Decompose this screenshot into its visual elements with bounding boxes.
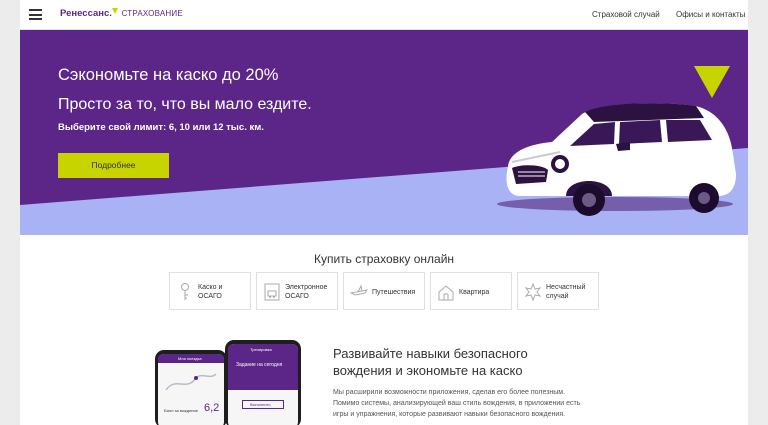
house-icon — [438, 285, 454, 301]
page: Ренессанс. СТРАХОВАНИЕ Страховой случай … — [0, 0, 768, 425]
app-section-text: Мы расширили возможности приложения, сде… — [333, 389, 581, 418]
card-label: Несчастный случай — [546, 284, 586, 300]
card-accident[interactable]: Несчастный случай — [517, 272, 599, 310]
driving-score-label: Балл за вождение — [164, 408, 198, 413]
buy-online-title: Купить страховку онлайн — [313, 252, 455, 266]
hero-limit-text: Выберите свой лимит: 6, 10 или 12 тыс. к… — [58, 122, 264, 133]
phone-screen: Моя поездка Балл за вождение 6,2 — [158, 354, 224, 425]
phone-screen: Тренировка Задание на сегодня Выполнить — [228, 344, 298, 425]
key-icon — [181, 283, 189, 300]
card-travel[interactable]: Путешествия — [343, 272, 425, 310]
document-car-icon — [264, 283, 280, 301]
hero-subtitle: Просто за то, что вы мало ездите. — [58, 96, 312, 113]
logo[interactable]: Ренессанс. СТРАХОВАНИЕ — [60, 8, 183, 19]
plane-icon — [350, 284, 368, 296]
map-route-icon — [165, 373, 217, 391]
card-label: Каско и ОСАГО — [198, 284, 223, 300]
app-section-title: Развивайте навыки безопасного вождения и… — [333, 346, 528, 378]
card-label: Путешествия — [372, 288, 416, 296]
task-title: Задание на сегодня — [236, 362, 283, 368]
insurance-cards: Каско и ОСАГО Электронное ОСАГО Путешест… — [169, 272, 601, 310]
top-navigation: Ренессанс. СТРАХОВАНИЕ Страховой случай … — [20, 0, 748, 30]
execute-button-label: Выполнить — [250, 402, 271, 407]
card-e-osago[interactable]: Электронное ОСАГО — [256, 272, 338, 310]
card-kasko-osago[interactable]: Каско и ОСАГО — [169, 272, 251, 310]
card-label: Квартира — [459, 288, 490, 296]
phone-mockup-trip: Моя поездка Балл за вождение 6,2 — [155, 350, 227, 425]
menu-icon[interactable] — [29, 9, 42, 20]
hero-title: Сэкономьте на каско до 20% — [58, 66, 279, 84]
triangle-decoration-icon — [694, 66, 730, 98]
phone-mockup-training: Тренировка Задание на сегодня Выполнить — [225, 340, 301, 425]
car-illustration — [497, 103, 736, 216]
logo-subtitle: СТРАХОВАНИЕ — [121, 9, 183, 18]
buy-online-section: Купить страховку онлайн Каско и ОСАГО Эл… — [20, 235, 748, 323]
driving-score-value: 6,2 — [204, 402, 220, 414]
phone-header-text: Тренировка — [250, 347, 272, 352]
hero-banner: Сэкономьте на каско до 20% Просто за то,… — [20, 30, 748, 235]
card-label: Электронное ОСАГО — [285, 284, 328, 300]
nav-link-offices[interactable]: Офисы и контакты — [676, 10, 745, 19]
details-button[interactable]: Подробнее — [58, 153, 169, 178]
accident-icon — [524, 282, 542, 302]
card-apartment[interactable]: Квартира — [430, 272, 512, 310]
logo-name: Ренессанс. — [60, 8, 112, 19]
logo-mark-icon — [111, 8, 118, 14]
nav-link-insurance-case[interactable]: Страховой случай — [592, 10, 660, 19]
phone-header-text: Моя поездка — [178, 356, 202, 361]
app-promo-section: Моя поездка Балл за вождение 6,2 Трениро… — [20, 323, 748, 425]
